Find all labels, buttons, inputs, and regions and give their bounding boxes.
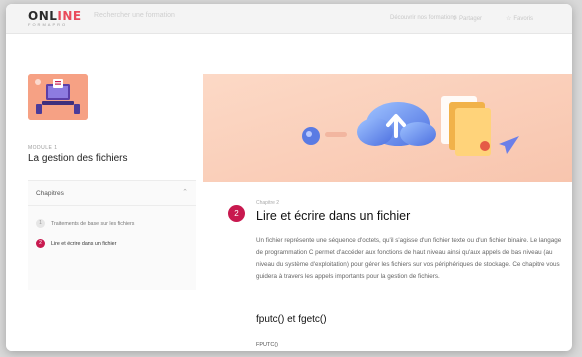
chapter-item-label: Lire et écrire dans un fichier <box>51 240 117 247</box>
chapter-item-label: Traitements de base sur les fichiers <box>51 220 135 227</box>
code-subheading: FPUTC() <box>256 342 278 348</box>
module-sidebar: MODULE 1 La gestion des fichiers Chapitr… <box>6 34 196 351</box>
logo-subtitle: FORMAPRO <box>28 22 68 27</box>
module-label: MODULE 1 <box>28 145 58 151</box>
logo[interactable]: ONLINE FORMAPRO <box>28 10 94 30</box>
module-thumbnail <box>28 74 88 120</box>
logo-text: ONLINE <box>28 9 82 23</box>
module-title: La gestion des fichiers <box>28 153 128 164</box>
chevron-up-icon[interactable]: ⌃ <box>182 188 188 196</box>
chapter-banner <box>203 74 572 182</box>
laptop-illustration-icon <box>28 74 88 120</box>
banner-illustration <box>203 74 572 182</box>
chapter-number-badge: 2 <box>228 205 245 222</box>
chapter-intro-text: Un fichier représente une séquence d'oct… <box>256 237 562 280</box>
share-icon: ⇪ <box>452 16 458 22</box>
chapter-item-2[interactable]: 2 Lire et écrire dans un fichier <box>36 239 116 248</box>
divider <box>28 205 196 206</box>
favorite-link[interactable]: ☆ Favoris <box>506 15 533 22</box>
favorite-label: Favoris <box>513 16 534 22</box>
chapter-item-1[interactable]: 1 Traitements de base sur les fichiers <box>36 219 134 228</box>
section-title: fputc() et fgetc() <box>256 314 327 325</box>
search-input[interactable]: Rechercher une formation <box>94 12 175 19</box>
app-window: ONLINE FORMAPRO Rechercher une formation… <box>6 4 572 351</box>
share-label: Partager <box>459 16 483 22</box>
chapter-title: Lire et écrire dans un fichier <box>256 209 411 223</box>
chapter-label: Chapitre 2 <box>256 200 280 206</box>
chapter-number-badge: 1 <box>36 219 45 228</box>
chapters-heading[interactable]: Chapitres <box>36 190 64 197</box>
discover-link[interactable]: Découvrir nos formations <box>390 15 457 21</box>
top-header: ONLINE FORMAPRO Rechercher une formation… <box>6 4 572 34</box>
chapters-panel: Chapitres ⌃ 1 Traitements de base sur les… <box>28 180 196 290</box>
share-link[interactable]: ⇪ Partager <box>452 15 482 22</box>
chapter-number-badge: 2 <box>36 239 45 248</box>
star-icon: ☆ <box>506 16 512 22</box>
